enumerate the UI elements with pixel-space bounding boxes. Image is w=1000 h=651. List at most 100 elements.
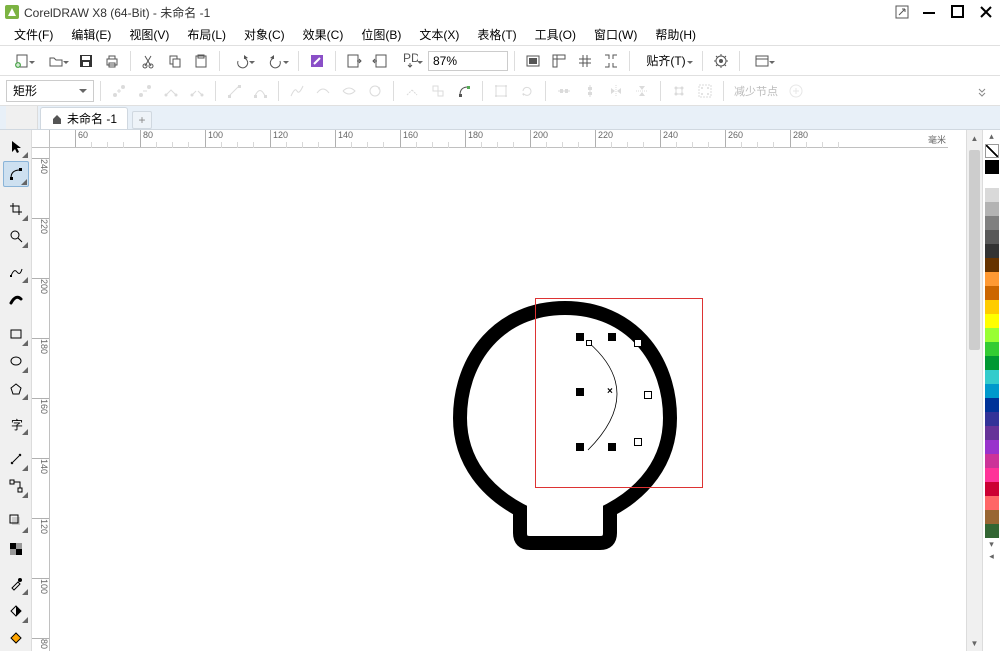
color-swatch[interactable] xyxy=(985,216,999,230)
drawing-canvas[interactable]: × xyxy=(50,148,948,651)
handle-bl[interactable] xyxy=(576,443,584,451)
horizontal-ruler[interactable]: 毫米 6080100120140160180200220240260280 xyxy=(50,130,948,148)
menu-object[interactable]: 对象(C) xyxy=(236,24,293,45)
menu-file[interactable]: 文件(F) xyxy=(6,24,61,45)
smart-fill-tool[interactable] xyxy=(3,626,29,651)
eyedropper-tool[interactable] xyxy=(3,571,29,596)
menu-edit[interactable]: 编辑(E) xyxy=(63,24,119,45)
color-swatch[interactable] xyxy=(985,510,999,524)
color-swatch[interactable] xyxy=(985,426,999,440)
new-button[interactable] xyxy=(6,49,38,73)
show-grid-button[interactable] xyxy=(573,49,597,73)
vertical-scrollbar[interactable]: ▲ ▼ xyxy=(966,130,982,651)
color-swatch[interactable] xyxy=(985,188,999,202)
color-swatch[interactable] xyxy=(985,244,999,258)
options-button[interactable] xyxy=(709,49,733,73)
export-button[interactable] xyxy=(368,49,392,73)
color-swatch[interactable] xyxy=(985,370,999,384)
drop-shadow-tool[interactable] xyxy=(3,509,29,534)
cut-button[interactable] xyxy=(137,49,161,73)
color-swatch[interactable] xyxy=(985,524,999,538)
menu-tools[interactable]: 工具(O) xyxy=(527,24,584,45)
color-swatch[interactable] xyxy=(985,202,999,216)
vertical-ruler[interactable]: 24022020018016014012010080 xyxy=(32,148,50,651)
transparency-tool[interactable] xyxy=(3,536,29,561)
handle-tc[interactable] xyxy=(608,333,616,341)
palette-down-arrow[interactable]: ▾ xyxy=(985,538,999,550)
parallel-dimension-tool[interactable] xyxy=(3,446,29,471)
handle-bc[interactable] xyxy=(608,443,616,451)
print-button[interactable] xyxy=(100,49,124,73)
scroll-up-arrow[interactable]: ▲ xyxy=(967,130,982,146)
open-button[interactable] xyxy=(40,49,72,73)
fullscreen-preview-button[interactable] xyxy=(521,49,545,73)
color-swatch[interactable] xyxy=(985,482,999,496)
menu-effect[interactable]: 效果(C) xyxy=(295,24,352,45)
menu-view[interactable]: 视图(V) xyxy=(121,24,177,45)
menu-window[interactable]: 窗口(W) xyxy=(586,24,645,45)
app-launcher-button[interactable] xyxy=(746,49,778,73)
document-tab[interactable]: 未命名 -1 xyxy=(40,107,128,129)
close-button[interactable] xyxy=(976,2,996,22)
new-tab-button[interactable]: + xyxy=(132,111,152,129)
curve-node[interactable] xyxy=(586,340,592,346)
freehand-tool[interactable] xyxy=(3,259,29,284)
launch-icon[interactable] xyxy=(892,2,912,22)
show-rulers-button[interactable] xyxy=(547,49,571,73)
color-swatch[interactable] xyxy=(985,272,999,286)
color-swatch[interactable] xyxy=(985,160,999,174)
maximize-button[interactable] xyxy=(948,2,968,22)
no-color-swatch[interactable] xyxy=(985,144,999,158)
menu-layout[interactable]: 布局(L) xyxy=(179,24,234,45)
color-swatch[interactable] xyxy=(985,174,999,188)
handle-tr[interactable] xyxy=(634,339,642,347)
text-tool[interactable]: 字 xyxy=(3,411,29,436)
paste-button[interactable] xyxy=(189,49,213,73)
color-swatch[interactable] xyxy=(985,398,999,412)
handle-br[interactable] xyxy=(634,438,642,446)
handle-tl[interactable] xyxy=(576,333,584,341)
import-button[interactable] xyxy=(342,49,366,73)
scroll-thumb[interactable] xyxy=(969,150,980,350)
overflow-button[interactable] xyxy=(970,79,994,103)
color-swatch[interactable] xyxy=(985,496,999,510)
color-swatch[interactable] xyxy=(985,258,999,272)
search-content-button[interactable] xyxy=(305,49,329,73)
color-swatch[interactable] xyxy=(985,300,999,314)
color-swatch[interactable] xyxy=(985,454,999,468)
selection-center[interactable]: × xyxy=(607,386,613,397)
palette-flyout-arrow[interactable]: ◂ xyxy=(985,550,999,562)
undo-button[interactable] xyxy=(226,49,258,73)
polygon-tool[interactable] xyxy=(3,376,29,401)
shape-tool[interactable] xyxy=(3,161,29,186)
zoom-level-input[interactable] xyxy=(428,51,508,71)
palette-up-arrow[interactable]: ▴ xyxy=(985,130,999,142)
handle-mr[interactable] xyxy=(644,391,652,399)
edit-mode-dropdown[interactable]: 矩形 xyxy=(6,80,94,102)
menu-text[interactable]: 文本(X) xyxy=(411,24,467,45)
color-swatch[interactable] xyxy=(985,328,999,342)
color-swatch[interactable] xyxy=(985,412,999,426)
ruler-origin[interactable] xyxy=(32,130,50,148)
color-swatch[interactable] xyxy=(985,314,999,328)
color-swatch[interactable] xyxy=(985,230,999,244)
zoom-tool[interactable] xyxy=(3,224,29,249)
menu-help[interactable]: 帮助(H) xyxy=(647,24,704,45)
pick-tool[interactable] xyxy=(3,134,29,159)
color-swatch[interactable] xyxy=(985,468,999,482)
color-swatch[interactable] xyxy=(985,286,999,300)
rectangle-tool[interactable] xyxy=(3,321,29,346)
crop-tool[interactable] xyxy=(3,197,29,222)
publish-pdf-button[interactable]: PDF xyxy=(394,49,426,73)
save-button[interactable] xyxy=(74,49,98,73)
snap-dropdown[interactable]: 贴齐(T) xyxy=(636,49,696,73)
color-swatch[interactable] xyxy=(985,440,999,454)
menu-table[interactable]: 表格(T) xyxy=(469,24,524,45)
scroll-down-arrow[interactable]: ▼ xyxy=(967,635,982,651)
redo-button[interactable] xyxy=(260,49,292,73)
copy-button[interactable] xyxy=(163,49,187,73)
interactive-fill-tool[interactable] xyxy=(3,598,29,623)
auto-close-button[interactable] xyxy=(452,79,476,103)
connector-tool[interactable] xyxy=(3,474,29,499)
artistic-media-tool[interactable] xyxy=(3,286,29,311)
